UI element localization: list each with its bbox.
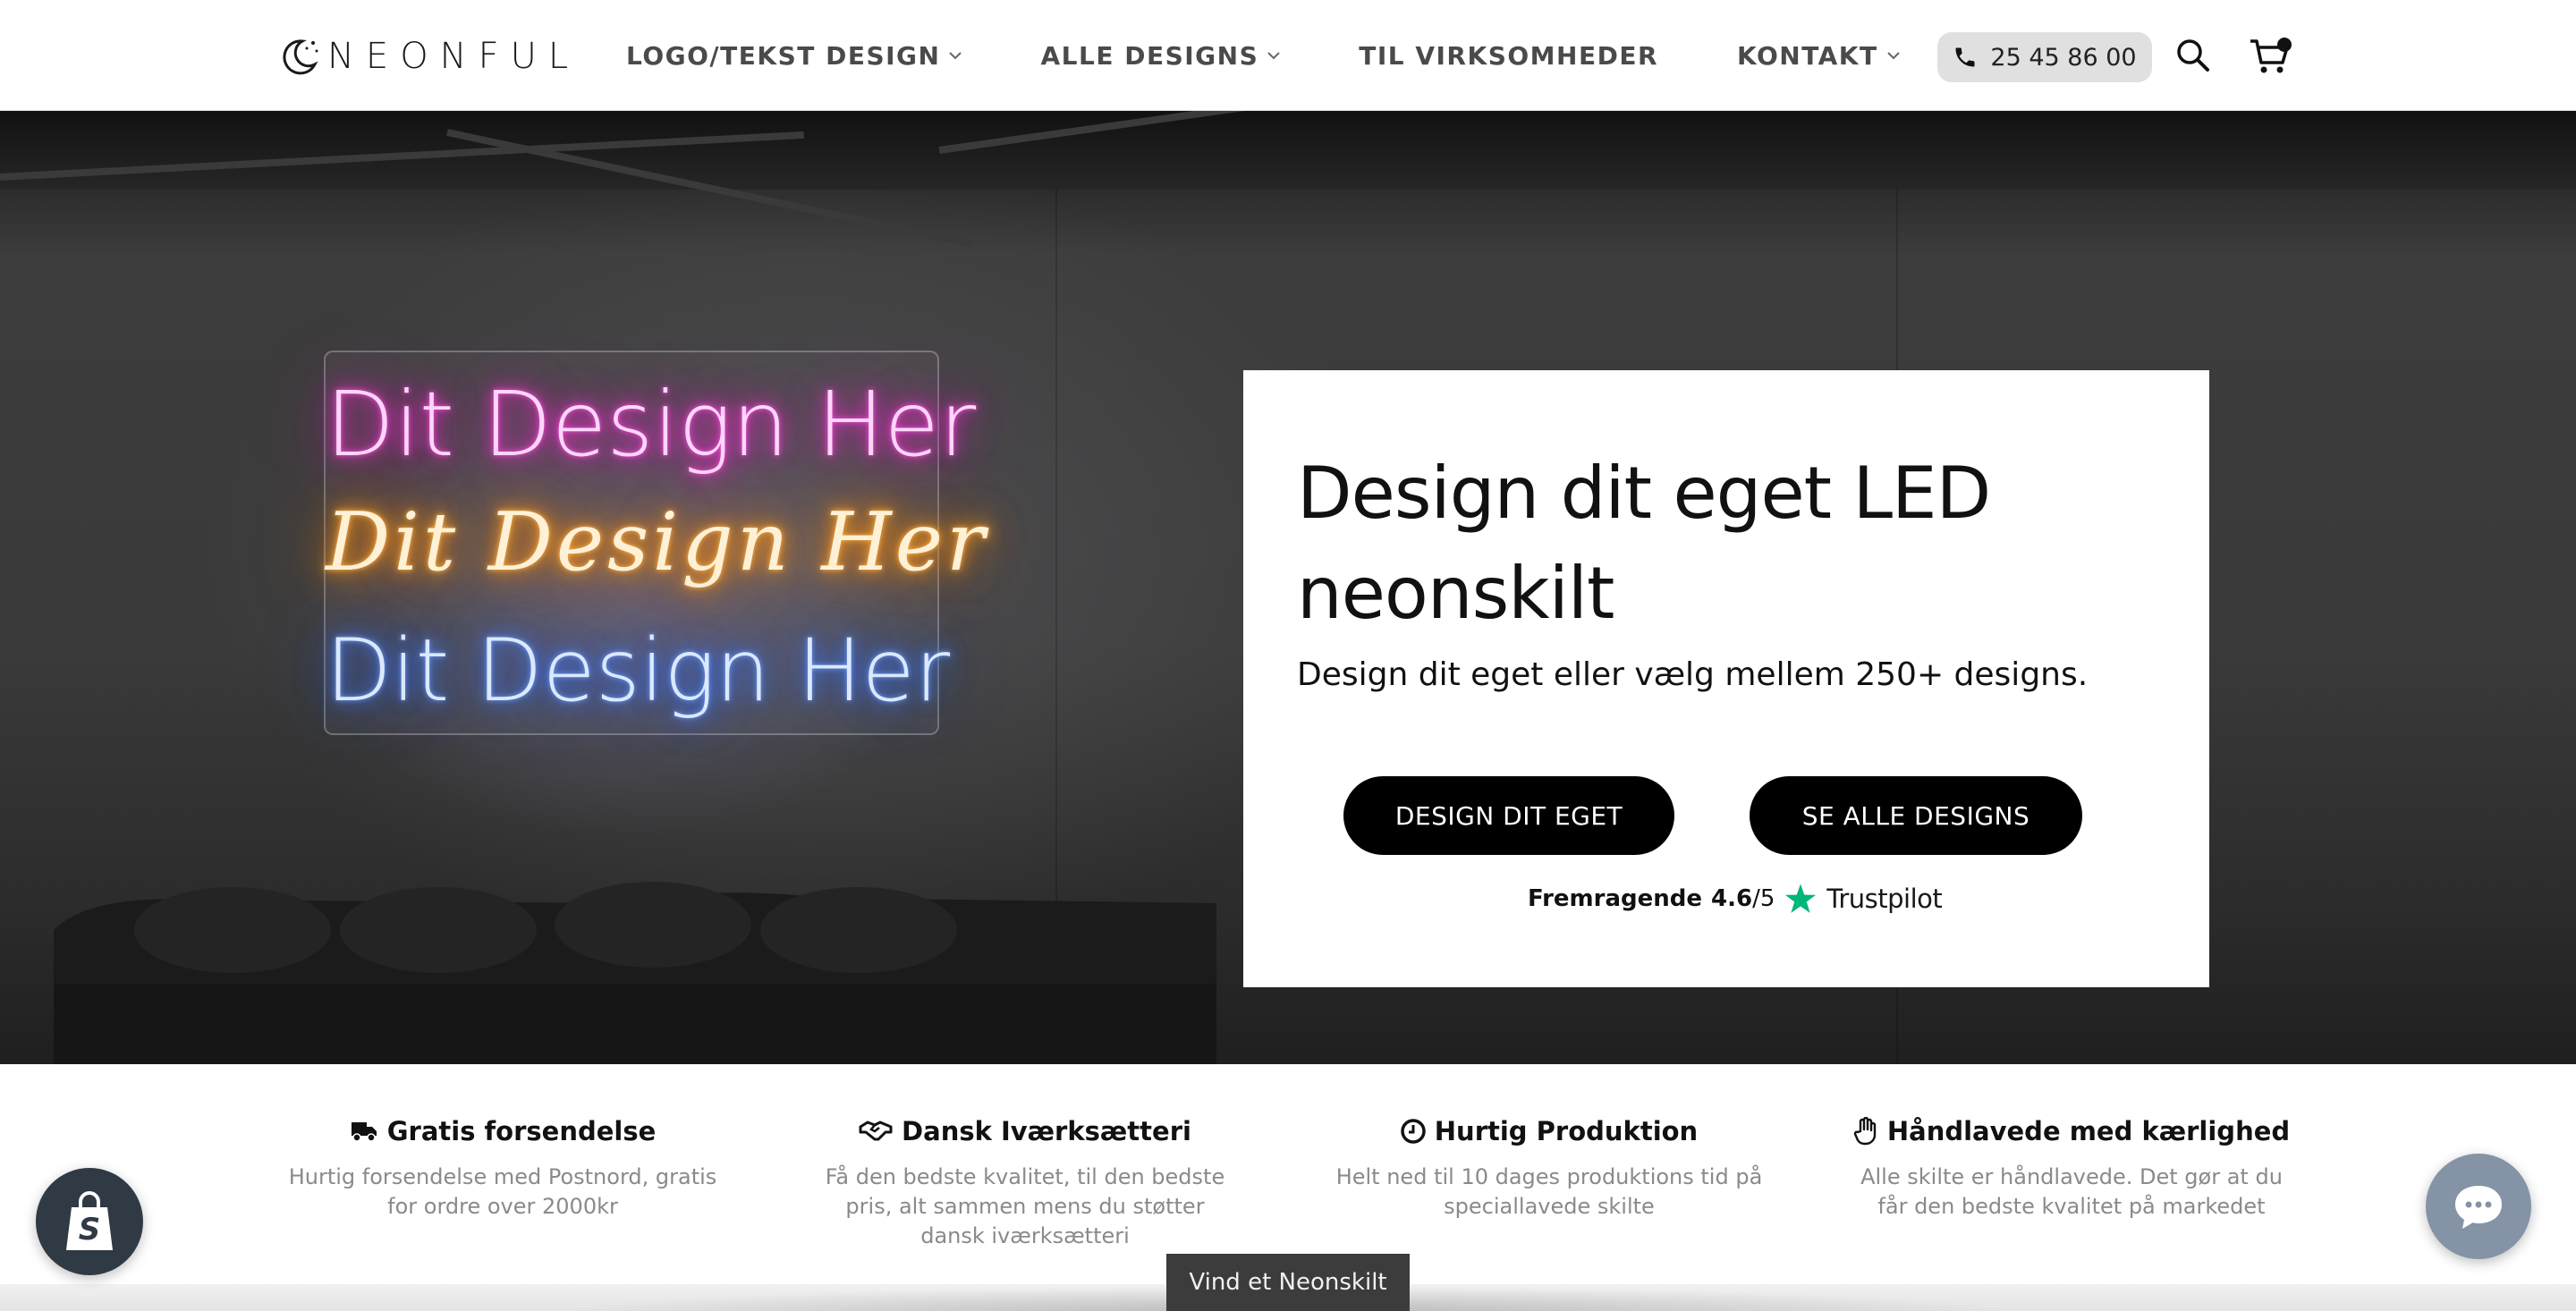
clock-icon <box>1401 1119 1426 1144</box>
chat-widget-button[interactable] <box>2426 1154 2531 1259</box>
feature-danish-entrepreneurship: Dansk Iværksætteri Få den bedste kvalite… <box>775 1116 1275 1251</box>
hand-icon <box>1853 1117 1877 1146</box>
feature-description: Alle skilte er håndlavede. Det gør at du… <box>1860 1164 2283 1219</box>
shopify-badge[interactable]: S <box>36 1168 143 1275</box>
nav-item-alle-designs[interactable]: ALLE DESIGNS <box>1040 41 1280 71</box>
chat-bubble-icon <box>2455 1186 2502 1229</box>
handshake-icon <box>859 1121 893 1141</box>
nav-item-label: ALLE DESIGNS <box>1040 40 1259 71</box>
search-icon <box>2177 39 2209 72</box>
feature-title: Hurtig Produktion <box>1434 1116 1699 1146</box>
brand-logo[interactable]: NEONFUL <box>279 32 580 80</box>
site-header: NEONFUL LOGO/TEKST DESIGN ALLE DESIGNS T… <box>0 0 2576 111</box>
shopify-bag-icon: S <box>66 1191 113 1250</box>
feature-description: Hurtig forsendelse med Postnord, gratis … <box>288 1164 717 1219</box>
hero-title: Design dit eget LED neonskilt <box>1297 452 1991 635</box>
nav-item-til-virksomheder[interactable]: TIL VIRKSOMHEDER <box>1359 41 1658 71</box>
search-button[interactable] <box>2175 38 2211 73</box>
nav-item-label: TIL VIRKSOMHEDER <box>1359 40 1659 71</box>
phone-button[interactable]: 25 45 86 00 <box>1937 32 2152 82</box>
feature-handmade: Håndlavede med kærlighed Alle skilte er … <box>1821 1116 2322 1222</box>
design-your-own-button[interactable]: DESIGN DIT EGET <box>1343 776 1674 855</box>
feature-shipping: Gratis forsendelse Hurtig forsendelse me… <box>252 1116 753 1222</box>
trustpilot-wordmark: Trustpilot <box>1826 884 1943 914</box>
phone-number: 25 45 86 00 <box>1990 43 2137 72</box>
trustpilot-star-icon <box>1785 884 1817 913</box>
sofa-silhouette <box>54 882 1216 1064</box>
rating-score: 4.6 <box>1711 885 1753 912</box>
moon-stars-icon <box>283 39 318 75</box>
neon-line-orange: Dit Design Her <box>326 495 989 589</box>
neon-sign-preview: Dit Design Her Dit Design Her Dit Design… <box>324 351 989 735</box>
truck-icon <box>351 1122 377 1142</box>
feature-description: Helt ned til 10 dages produktions tid på… <box>1335 1164 1763 1219</box>
nav-item-label: KONTAKT <box>1737 40 1878 71</box>
ceiling-decoration <box>0 111 2576 190</box>
chevron-down-icon <box>949 51 962 59</box>
hero-section: Dit Design Her Dit Design Her Dit Design… <box>0 111 2576 1064</box>
neon-line-pink: Dit Design Her <box>326 372 977 477</box>
neon-line-blue: Dit Design Her <box>326 621 951 721</box>
nav-item-kontakt[interactable]: KONTAKT <box>1737 41 1900 71</box>
rating-label: Fremragende <box>1528 885 1703 912</box>
hero-subtitle: Design dit eget eller vælg mellem 250+ d… <box>1297 656 2089 693</box>
feature-title: Gratis forsendelse <box>386 1116 657 1146</box>
brand-wordmark: NEONFUL <box>327 36 580 77</box>
win-neon-sign-tab[interactable]: Vind et Neonskilt <box>1166 1254 1410 1311</box>
main-nav: LOGO/TEKST DESIGN ALLE DESIGNS TIL VIRKS… <box>626 0 1979 111</box>
chevron-down-icon <box>1886 51 1900 59</box>
svg-text:S: S <box>79 1212 101 1248</box>
see-all-designs-button[interactable]: SE ALLE DESIGNS <box>1750 776 2082 855</box>
feature-title: Dansk Iværksætteri <box>902 1116 1191 1146</box>
trustpilot-rating[interactable]: Fremragende 4.6/5 Trustpilot <box>1528 882 1943 916</box>
nav-item-label: LOGO/TEKST DESIGN <box>626 40 941 71</box>
feature-fast-production: Hurtig Produktion Helt ned til 10 dages … <box>1299 1116 1800 1222</box>
chevron-down-icon <box>1267 51 1280 59</box>
hero-card: Design dit eget LED neonskilt Design dit… <box>1243 370 2209 987</box>
feature-description: Få den bedste kvalitet, til den bedste p… <box>825 1164 1225 1248</box>
rating-scale: /5 <box>1752 885 1775 912</box>
cart-icon <box>2250 38 2292 73</box>
phone-icon <box>1955 47 1975 67</box>
cart-button[interactable] <box>2249 38 2292 75</box>
feature-title: Håndlavede med kærlighed <box>1886 1116 2291 1146</box>
nav-item-logo-tekst-design[interactable]: LOGO/TEKST DESIGN <box>626 41 962 71</box>
